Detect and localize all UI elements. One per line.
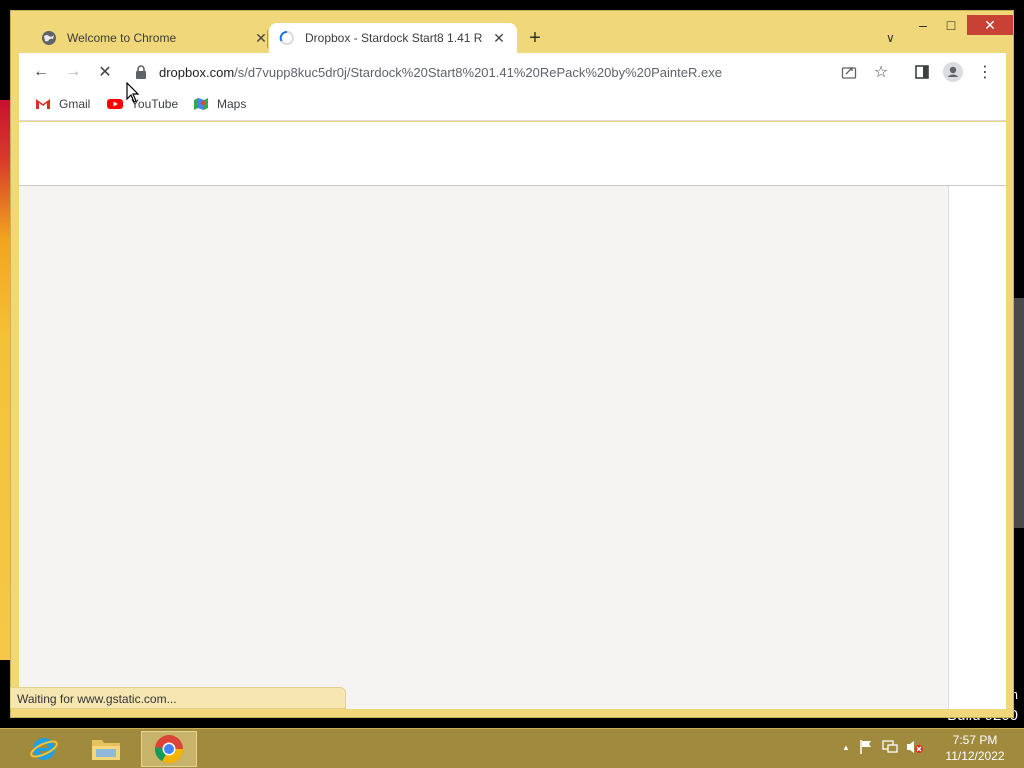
loading-spinner-icon [279,31,294,45]
tab-welcome-to-chrome[interactable]: Welcome to Chrome ✕ [31,23,279,53]
maps-icon [194,98,208,110]
stop-loading-button[interactable]: ✕ [95,62,115,82]
lock-icon[interactable] [135,65,147,79]
url-text[interactable]: dropbox.com/s/d7vupp8kuc5dr0j/Stardock%2… [159,65,722,80]
network-icon[interactable] [882,739,898,755]
chrome-globe-icon [42,31,56,45]
new-tab-button[interactable]: + [525,28,545,49]
tab-dropbox[interactable]: Dropbox - Stardock Start8 1.41 R ✕ [269,23,517,53]
taskbar-clock[interactable]: 7:57 PM 11/12/2022 [940,732,1010,764]
tab-title: Welcome to Chrome [67,31,177,45]
folder-icon [92,740,120,760]
taskbar-google-chrome[interactable] [141,731,197,767]
volume-muted-icon[interactable] [906,739,924,755]
page-header-blank [19,122,1006,186]
profile-avatar-icon[interactable] [943,62,963,82]
tab-strip: Welcome to Chrome ✕ Dropbox - Stardock S… [19,19,1009,53]
forward-button[interactable]: → [63,62,83,82]
clock-time: 7:57 PM [952,733,998,747]
back-button[interactable]: ← [31,62,51,82]
url-host: dropbox.com [159,64,235,80]
windows-taskbar: ▲ 7:57 PM 11/12/2022 [0,728,1024,768]
browser-toolbar: ← → ✕ dropbox.com/s/d7vupp8kuc5dr0j/Star… [19,53,1006,91]
chrome-icon [155,735,183,763]
system-tray: ▲ [842,739,924,755]
bookmark-youtube[interactable]: YouTube [107,97,178,111]
tab-title: Dropbox - Stardock Start8 1.41 R [305,31,483,45]
bookmark-label: Maps [217,97,247,111]
bookmarks-bar: Gmail YouTube Maps [19,91,1006,121]
clock-date: 11/12/2022 [945,749,1005,763]
action-center-flag-icon[interactable] [858,739,874,755]
ie-icon [30,738,58,760]
desktop-wallpaper-right-strip [1014,298,1024,528]
mouse-cursor-icon [126,82,140,103]
url-path: /s/d7vupp8kuc5dr0j/Stardock%20Start8%201… [234,64,722,80]
youtube-icon [107,99,123,109]
taskbar-file-explorer[interactable] [78,731,134,767]
status-bubble: Waiting for www.gstatic.com... [10,687,346,709]
taskbar-internet-explorer[interactable] [16,731,72,767]
address-bar[interactable]: dropbox.com/s/d7vupp8kuc5dr0j/Stardock%2… [123,58,875,86]
chrome-window: – □ ✕ Welcome to Chrome ✕ Dropbox - Star… [10,10,1014,718]
gmail-icon [36,99,50,109]
bookmark-label: Gmail [59,97,91,111]
bookmark-maps[interactable]: Maps [193,97,246,111]
page-body-loading [19,186,949,709]
tab-search-dropdown[interactable]: ∨ [886,31,895,45]
bookmark-gmail[interactable]: Gmail [35,97,90,111]
tab-separator [267,30,268,48]
page-viewport [19,122,1006,709]
show-hidden-icons-button[interactable]: ▲ [842,743,850,752]
chrome-menu-icon[interactable]: ⋮ [975,62,995,82]
close-tab-icon[interactable]: ✕ [491,30,507,47]
side-panel-icon[interactable] [912,62,932,82]
bookmark-star-icon[interactable]: ☆ [871,62,891,82]
share-icon[interactable] [839,62,859,82]
